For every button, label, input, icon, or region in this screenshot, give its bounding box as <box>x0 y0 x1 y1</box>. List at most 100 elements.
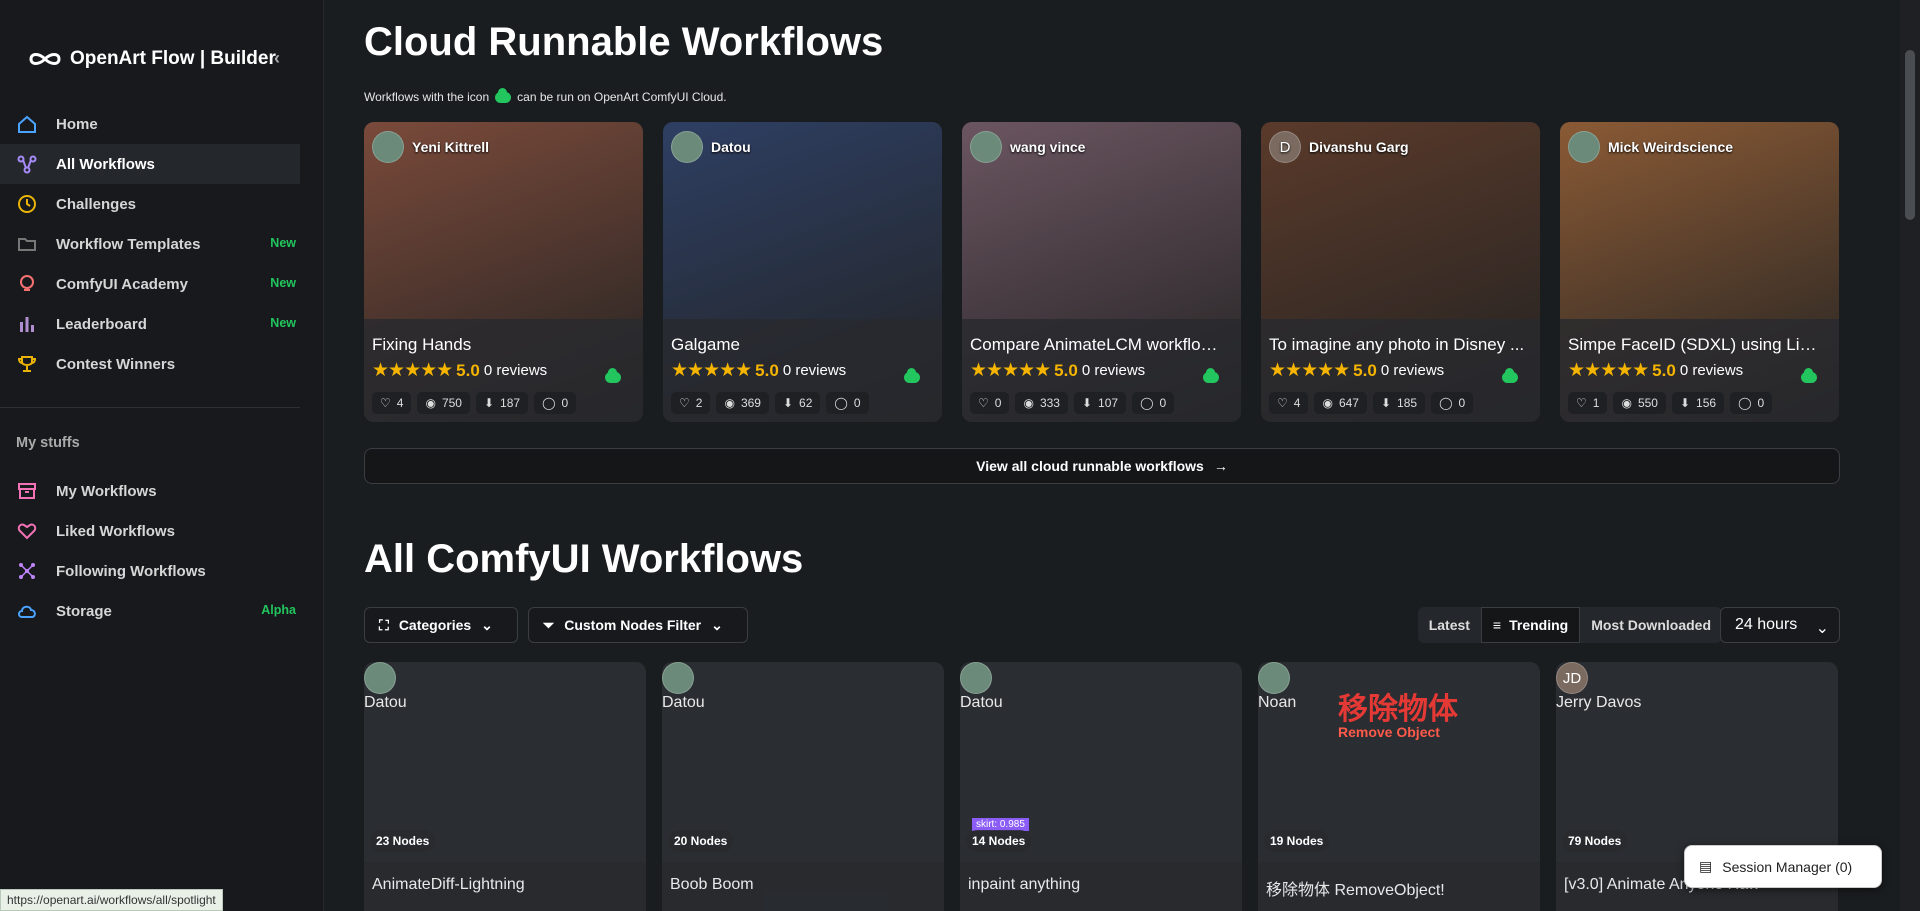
comments-stat[interactable]: ◯ 0 <box>1730 392 1773 414</box>
workflow-icon <box>17 155 37 174</box>
download-icon: ⬇ <box>1380 396 1392 410</box>
sidebar-item-challenges[interactable]: Challenges <box>0 184 300 224</box>
folder-icon <box>18 238 36 251</box>
sidebar-item-label: Contest Winners <box>56 355 176 373</box>
sidebar-item-leaderboard[interactable]: Leaderboard New <box>0 304 300 344</box>
session-manager-icon: ▤ <box>1699 858 1713 874</box>
workflow-card[interactable]: Mick Weirdscience Simpe FaceID (SDXL) usi… <box>1560 122 1839 422</box>
comments-stat[interactable]: ◯ 0 <box>534 392 577 414</box>
avatar[interactable] <box>372 131 404 163</box>
page-scrollbar[interactable] <box>1900 0 1920 911</box>
card-rating: ★★★★★ 5.0 0 reviews <box>372 359 635 382</box>
avatar[interactable] <box>960 662 992 694</box>
sidebar-item-my-workflows[interactable]: My Workflows <box>0 471 300 511</box>
card-info: Boob Boom <box>662 862 944 911</box>
workflow-card[interactable]: Datou 23 Nodes AnimateDiff-Lightning <box>364 662 646 911</box>
likes-stat[interactable]: ♡ 1 <box>1568 392 1608 414</box>
sort-most-downloaded-button[interactable]: Most Downloaded <box>1580 607 1722 643</box>
cloud-runnable-icon <box>605 368 621 383</box>
status-url: https://openart.ai/workflows/all/spotlig… <box>0 889 223 911</box>
author-name: Noan <box>1258 694 1297 711</box>
avatar[interactable] <box>662 662 694 694</box>
avatar[interactable] <box>1258 662 1290 694</box>
workflow-card[interactable]: wang vince Compare AnimateLCM workflow...… <box>962 122 1241 422</box>
likes-stat[interactable]: ♡ 4 <box>1269 392 1309 414</box>
avatar[interactable] <box>671 131 703 163</box>
rating-value: 5.0 <box>1054 360 1078 380</box>
custom-nodes-filter-dropdown[interactable]: ⏷ Custom Nodes Filter ⌄ <box>528 607 748 643</box>
card-info: Galgame ★★★★★ 5.0 0 reviews ♡ 2 ◉ 369 ⬇ 62 ◯ 0 <box>663 319 942 422</box>
card-author[interactable]: Datou <box>960 662 1242 712</box>
sort-trending-button[interactable]: ≡ Trending <box>1480 607 1581 643</box>
workflow-card[interactable]: Datou 20 Nodes Boob Boom <box>662 662 944 911</box>
avatar-letter: JD <box>1562 669 1582 687</box>
brand[interactable]: OpenArt Flow | Builder ‹ <box>28 46 280 72</box>
rating-value: 5.0 <box>456 360 480 380</box>
sidebar-item-tag: New <box>270 276 296 290</box>
node-count-badge: 23 Nodes <box>370 830 436 852</box>
likes-stat[interactable]: ♡ 4 <box>372 392 412 414</box>
card-author[interactable]: wang vince <box>970 131 1085 163</box>
filter-bar: ⛶ Categories ⌄ ⏷ Custom Nodes Filter ⌄ L… <box>364 607 1840 643</box>
card-author[interactable]: D Divanshu Garg <box>1269 131 1409 163</box>
workflow-card[interactable]: D Divanshu Garg To imagine any photo in Di… <box>1261 122 1540 422</box>
sidebar-item-home[interactable]: Home <box>0 104 300 144</box>
sidebar-item-tag: Alpha <box>261 603 296 617</box>
arrow-right-icon: → <box>1213 458 1228 474</box>
card-title: Fixing Hands <box>372 335 472 354</box>
session-manager-button[interactable]: ▤ Session Manager (0) <box>1684 845 1882 888</box>
card-author[interactable]: Mick Weirdscience <box>1568 131 1733 163</box>
card-author[interactable]: Yeni Kittrell <box>372 131 489 163</box>
thumbnail-overlay-subtext: Remove Object <box>1338 724 1440 740</box>
downloads-count: 187 <box>500 396 521 410</box>
avatar[interactable]: D <box>1269 131 1301 163</box>
sidebar-item-label: All Workflows <box>56 155 155 173</box>
likes-count: 4 <box>396 396 404 410</box>
comments-stat[interactable]: ◯ 0 <box>1132 392 1175 414</box>
card-author[interactable]: Datou <box>671 131 751 163</box>
review-count: 0 reviews <box>782 362 847 379</box>
node-count-badge: 14 Nodes <box>966 830 1032 852</box>
avatar[interactable] <box>364 662 396 694</box>
review-count: 0 reviews <box>1380 362 1445 379</box>
view-all-cloud-button[interactable]: View all cloud runnable workflows → <box>364 448 1840 484</box>
sidebar-item-label: Liked Workflows <box>56 522 175 540</box>
sidebar-item-workflow-templates[interactable]: Workflow Templates New <box>0 224 300 264</box>
sidebar-item-liked-workflows[interactable]: Liked Workflows <box>0 511 300 551</box>
card-author[interactable]: Datou <box>364 662 646 712</box>
avatar[interactable]: JD <box>1556 662 1588 694</box>
comments-stat[interactable]: ◯ 0 <box>1431 392 1474 414</box>
card-rating: ★★★★★ 5.0 0 reviews <box>1568 359 1831 382</box>
comments-stat[interactable]: ◯ 0 <box>826 392 869 414</box>
sidebar-item-comfyui-academy[interactable]: ComfyUI Academy New <box>0 264 300 304</box>
workflow-card[interactable]: skirt: 0.985 Datou 14 Nodes inpaint anythin… <box>960 662 1242 911</box>
comment-icon: ◯ <box>1140 396 1154 410</box>
likes-stat[interactable]: ♡ 0 <box>970 392 1010 414</box>
downloads-stat: ⬇ 107 <box>1073 392 1127 414</box>
card-rating: ★★★★★ 5.0 0 reviews <box>671 359 934 382</box>
sidebar-item-label: My Workflows <box>56 482 157 500</box>
sidebar-item-following-workflows[interactable]: Following Workflows <box>0 551 300 591</box>
card-stats: ♡ 1 ◉ 550 ⬇ 156 ◯ 0 <box>1568 392 1831 414</box>
card-author[interactable]: Datou <box>662 662 944 712</box>
workflow-card[interactable]: Datou Galgame ★★★★★ 5.0 0 reviews ♡ 2 ◉ 369 ⬇ 62 ◯ 0 <box>663 122 942 422</box>
avatar[interactable] <box>1568 131 1600 163</box>
sort-latest-button[interactable]: Latest <box>1418 607 1481 643</box>
sidebar-item-contest-winners[interactable]: Contest Winners <box>0 344 300 384</box>
cloud-runnable-icon <box>904 368 920 383</box>
workflow-card[interactable]: 移除物体 Remove Object Noan 19 Nodes 移除物体 Remove… <box>1258 662 1540 911</box>
scrollbar-thumb[interactable] <box>1905 50 1915 220</box>
cloud-runnable-icon <box>1801 368 1817 383</box>
sidebar-item-all-workflows[interactable]: All Workflows <box>0 144 300 184</box>
sidebar-item-storage[interactable]: Storage Alpha <box>0 591 300 631</box>
downloads-stat: ⬇ 185 <box>1372 392 1426 414</box>
collapse-sidebar-icon[interactable]: ‹ <box>274 48 280 69</box>
downloads-count: 156 <box>1696 396 1717 410</box>
card-info: AnimateDiff-Lightning <box>364 862 646 911</box>
workflow-card[interactable]: Yeni Kittrell Fixing Hands ★★★★★ 5.0 0 revie… <box>364 122 643 422</box>
period-select[interactable]: 24 hours ⌄ <box>1720 607 1840 643</box>
card-author[interactable]: JD Jerry Davos <box>1556 662 1838 712</box>
avatar[interactable] <box>970 131 1002 163</box>
categories-dropdown[interactable]: ⛶ Categories ⌄ <box>364 607 518 643</box>
likes-stat[interactable]: ♡ 2 <box>671 392 711 414</box>
